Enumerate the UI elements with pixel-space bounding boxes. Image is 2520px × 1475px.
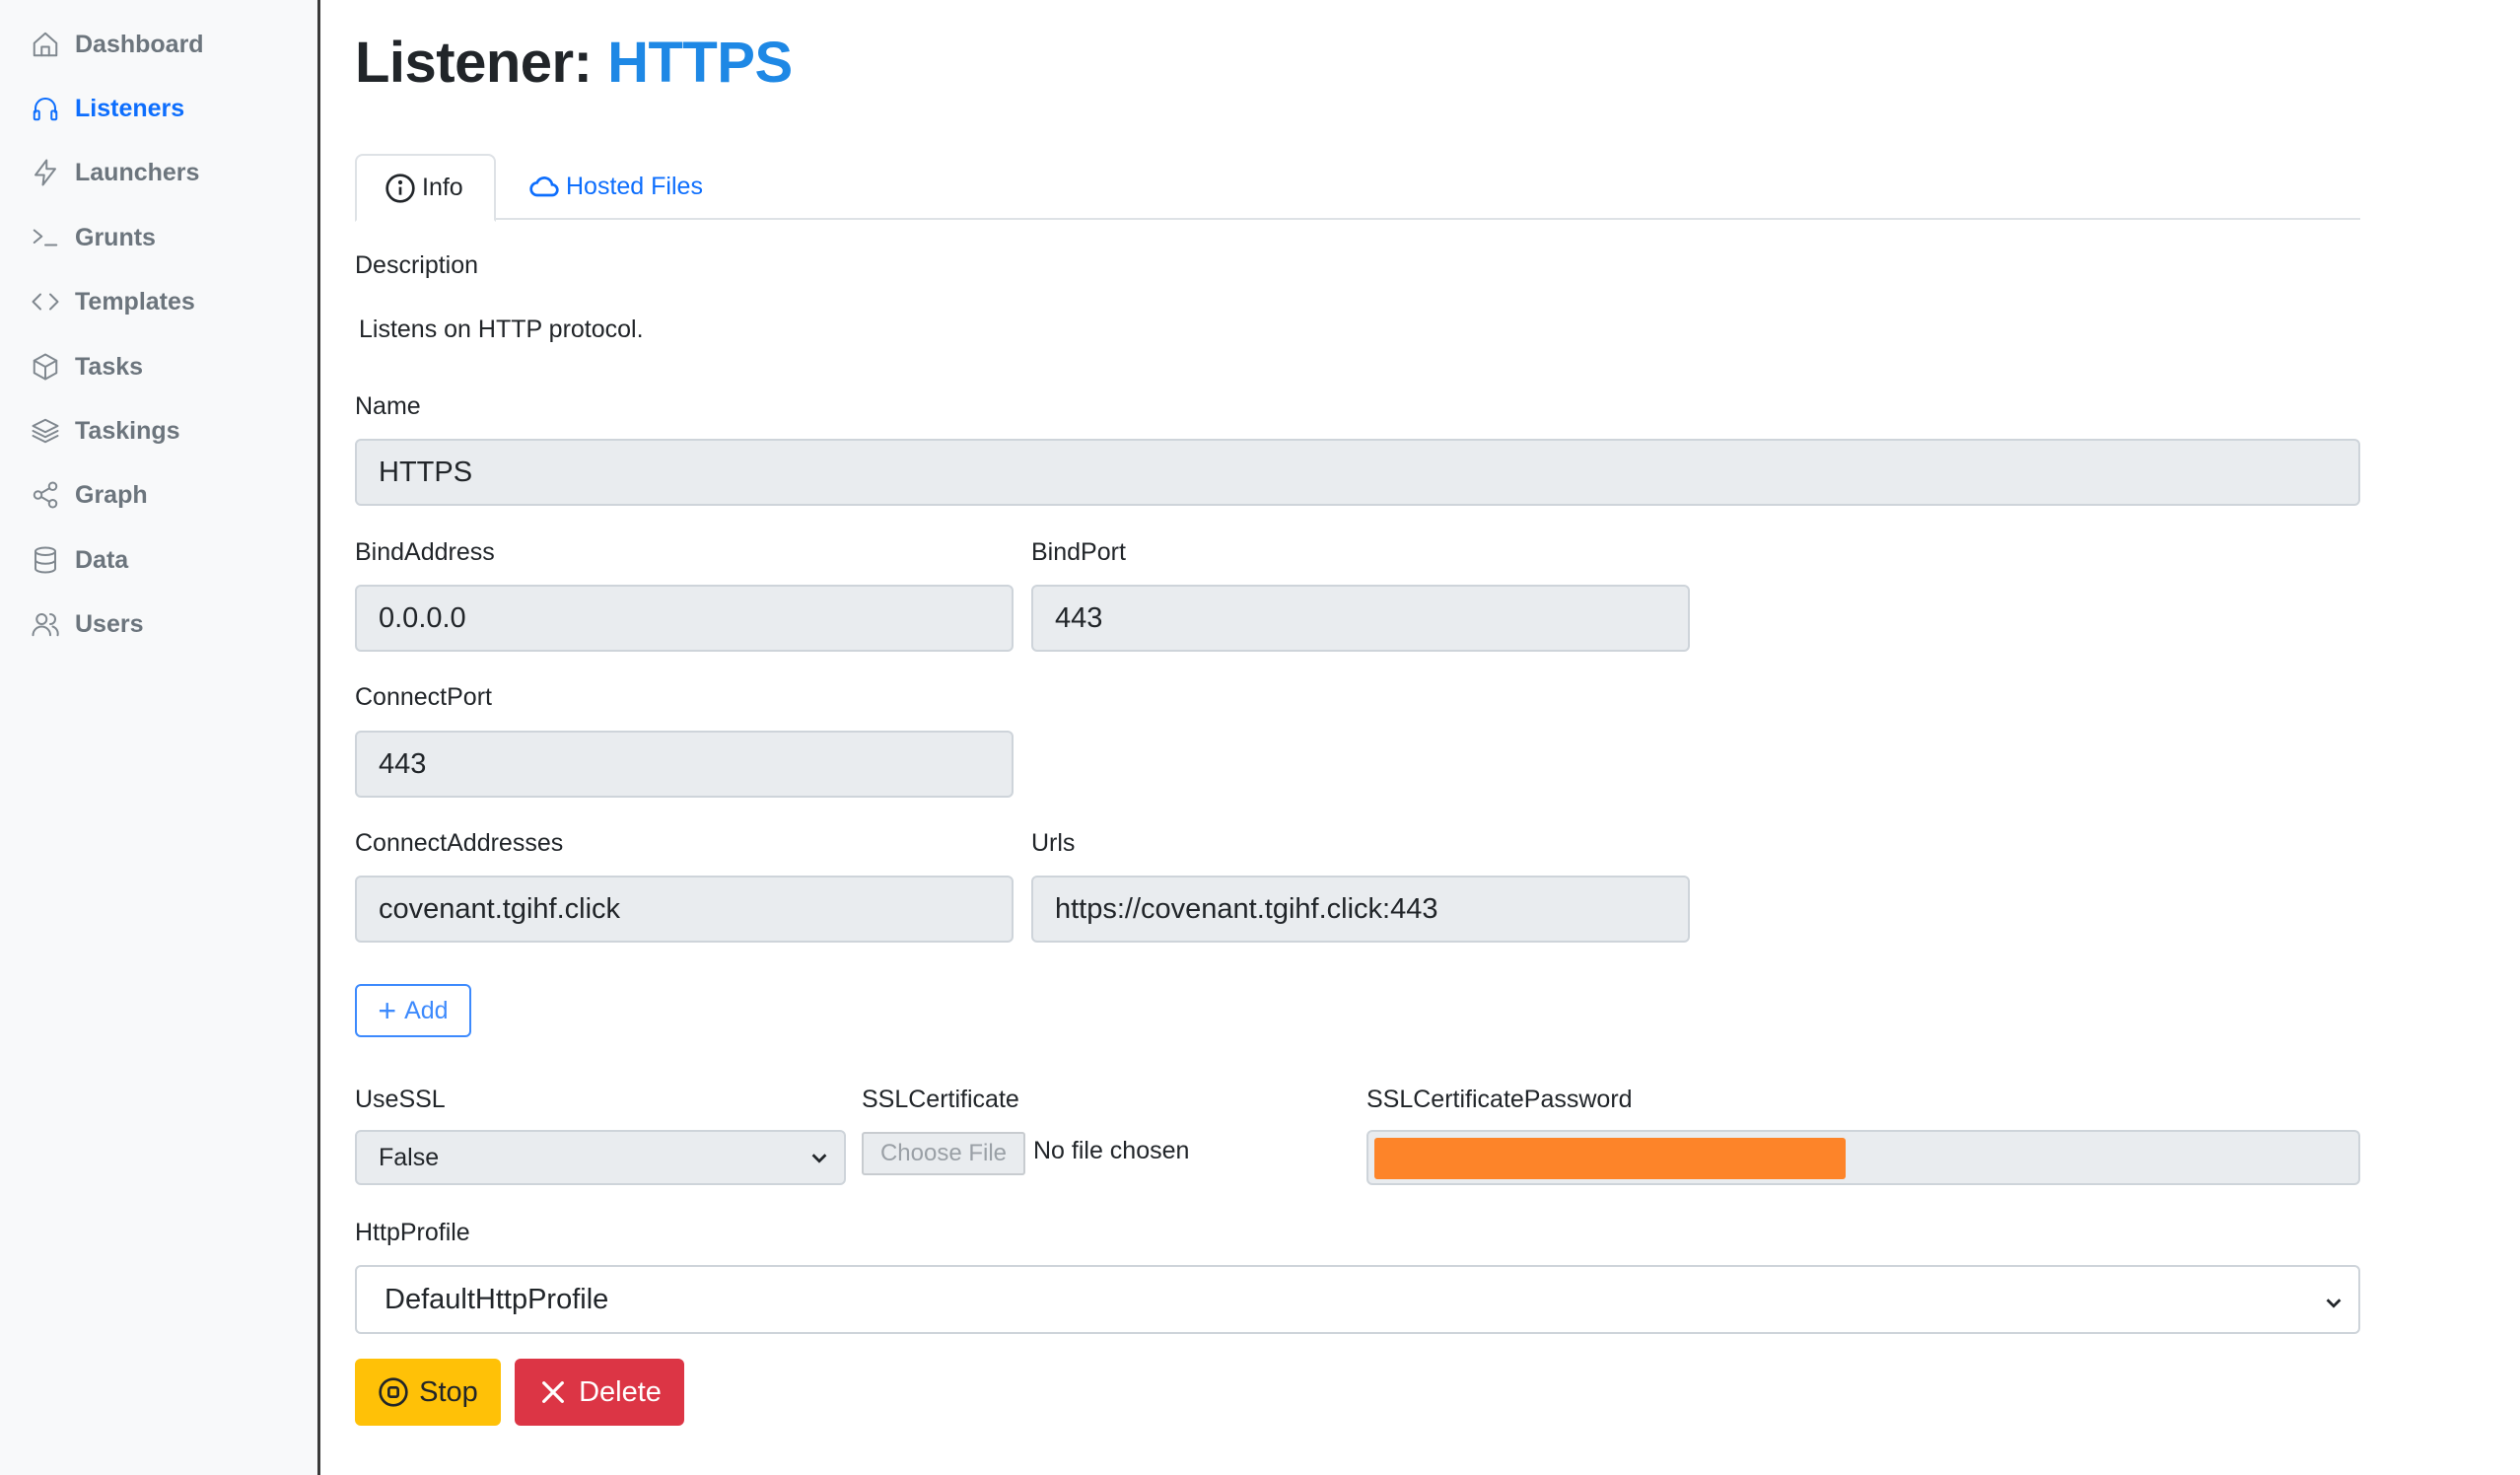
redaction-block: [1374, 1138, 1846, 1179]
ssl-certificate-password-field[interactable]: [1366, 1130, 2360, 1185]
share-icon: [28, 477, 63, 513]
sidebar-item-listeners[interactable]: Listeners: [28, 89, 184, 128]
description-label: Description: [355, 251, 479, 279]
layers-icon: [28, 413, 63, 449]
cloud-icon: [529, 176, 559, 196]
use-ssl-select[interactable]: False: [355, 1130, 846, 1185]
sidebar: Dashboard Listeners Launchers Grunts Tem…: [0, 0, 320, 1475]
bind-port-field[interactable]: 443: [1031, 585, 1690, 652]
sidebar-item-graph[interactable]: Graph: [28, 475, 148, 515]
sidebar-item-launchers[interactable]: Launchers: [28, 153, 199, 192]
main-content: Listener: HTTPS Info Hosted Files Descri…: [355, 0, 2376, 1475]
box-icon: [28, 349, 63, 385]
sidebar-item-tasks[interactable]: Tasks: [28, 347, 143, 386]
page-title: Listener: HTTPS: [355, 31, 793, 95]
chevron-down-icon: [2323, 1289, 2345, 1310]
stop-circle-icon: [379, 1377, 408, 1407]
ssl-certificate-password-label: SSLCertificatePassword: [1366, 1086, 1633, 1113]
users-icon: [28, 606, 63, 642]
bind-address-label: BindAddress: [355, 538, 495, 566]
home-icon: [28, 27, 63, 62]
bind-port-label: BindPort: [1031, 538, 1126, 566]
sidebar-item-label: Tasks: [75, 352, 144, 381]
sidebar-item-grunts[interactable]: Grunts: [28, 218, 156, 257]
http-profile-select[interactable]: DefaultHttpProfile: [355, 1265, 2360, 1334]
listener-name-title: HTTPS: [607, 31, 793, 95]
sidebar-item-label: Users: [75, 609, 144, 638]
use-ssl-label: UseSSL: [355, 1086, 446, 1113]
http-profile-label: HttpProfile: [355, 1219, 470, 1246]
name-label: Name: [355, 392, 421, 420]
info-icon: [385, 173, 415, 203]
delete-button[interactable]: Delete: [515, 1359, 684, 1426]
sidebar-item-label: Dashboard: [75, 30, 204, 58]
connect-port-label: ConnectPort: [355, 683, 492, 711]
tab-hosted-files[interactable]: Hosted Files: [501, 154, 731, 220]
lightning-icon: [28, 155, 63, 190]
tab-info[interactable]: Info: [355, 154, 496, 222]
sidebar-item-label: Taskings: [75, 416, 180, 445]
sidebar-item-label: Grunts: [75, 223, 156, 251]
tab-bar: Info Hosted Files: [355, 154, 2360, 222]
bind-address-field[interactable]: 0.0.0.0: [355, 585, 1014, 652]
sidebar-item-users[interactable]: Users: [28, 604, 144, 644]
choose-file-button[interactable]: Choose File: [862, 1132, 1025, 1175]
stop-button[interactable]: Stop: [355, 1359, 501, 1426]
terminal-icon: [28, 220, 63, 255]
database-icon: [28, 542, 63, 578]
close-icon: [542, 1381, 565, 1403]
sidebar-item-label: Templates: [75, 287, 195, 316]
sidebar-item-label: Graph: [75, 480, 148, 509]
plus-icon: +: [378, 993, 397, 1028]
sidebar-item-templates[interactable]: Templates: [28, 282, 195, 321]
sidebar-item-label: Launchers: [75, 158, 200, 186]
sidebar-item-taskings[interactable]: Taskings: [28, 411, 180, 451]
connect-addresses-label: ConnectAddresses: [355, 829, 564, 857]
file-status: No file chosen: [1033, 1137, 1190, 1164]
connect-addresses-field[interactable]: covenant.tgihf.click: [355, 876, 1014, 943]
sidebar-item-label: Listeners: [75, 94, 185, 122]
urls-label: Urls: [1031, 829, 1076, 857]
sidebar-item-data[interactable]: Data: [28, 540, 128, 580]
ssl-certificate-label: SSLCertificate: [862, 1086, 1019, 1113]
add-button[interactable]: + Add: [355, 984, 471, 1037]
sidebar-item-dashboard[interactable]: Dashboard: [28, 25, 204, 64]
sidebar-item-label: Data: [75, 545, 129, 574]
headphones-icon: [28, 91, 63, 126]
chevron-down-icon: [808, 1147, 830, 1168]
description-text: Listens on HTTP protocol.: [359, 316, 644, 343]
urls-field[interactable]: https://covenant.tgihf.click:443: [1031, 876, 1690, 943]
code-icon: [28, 284, 63, 319]
name-field[interactable]: HTTPS: [355, 439, 2360, 506]
connect-port-field[interactable]: 443: [355, 731, 1014, 798]
